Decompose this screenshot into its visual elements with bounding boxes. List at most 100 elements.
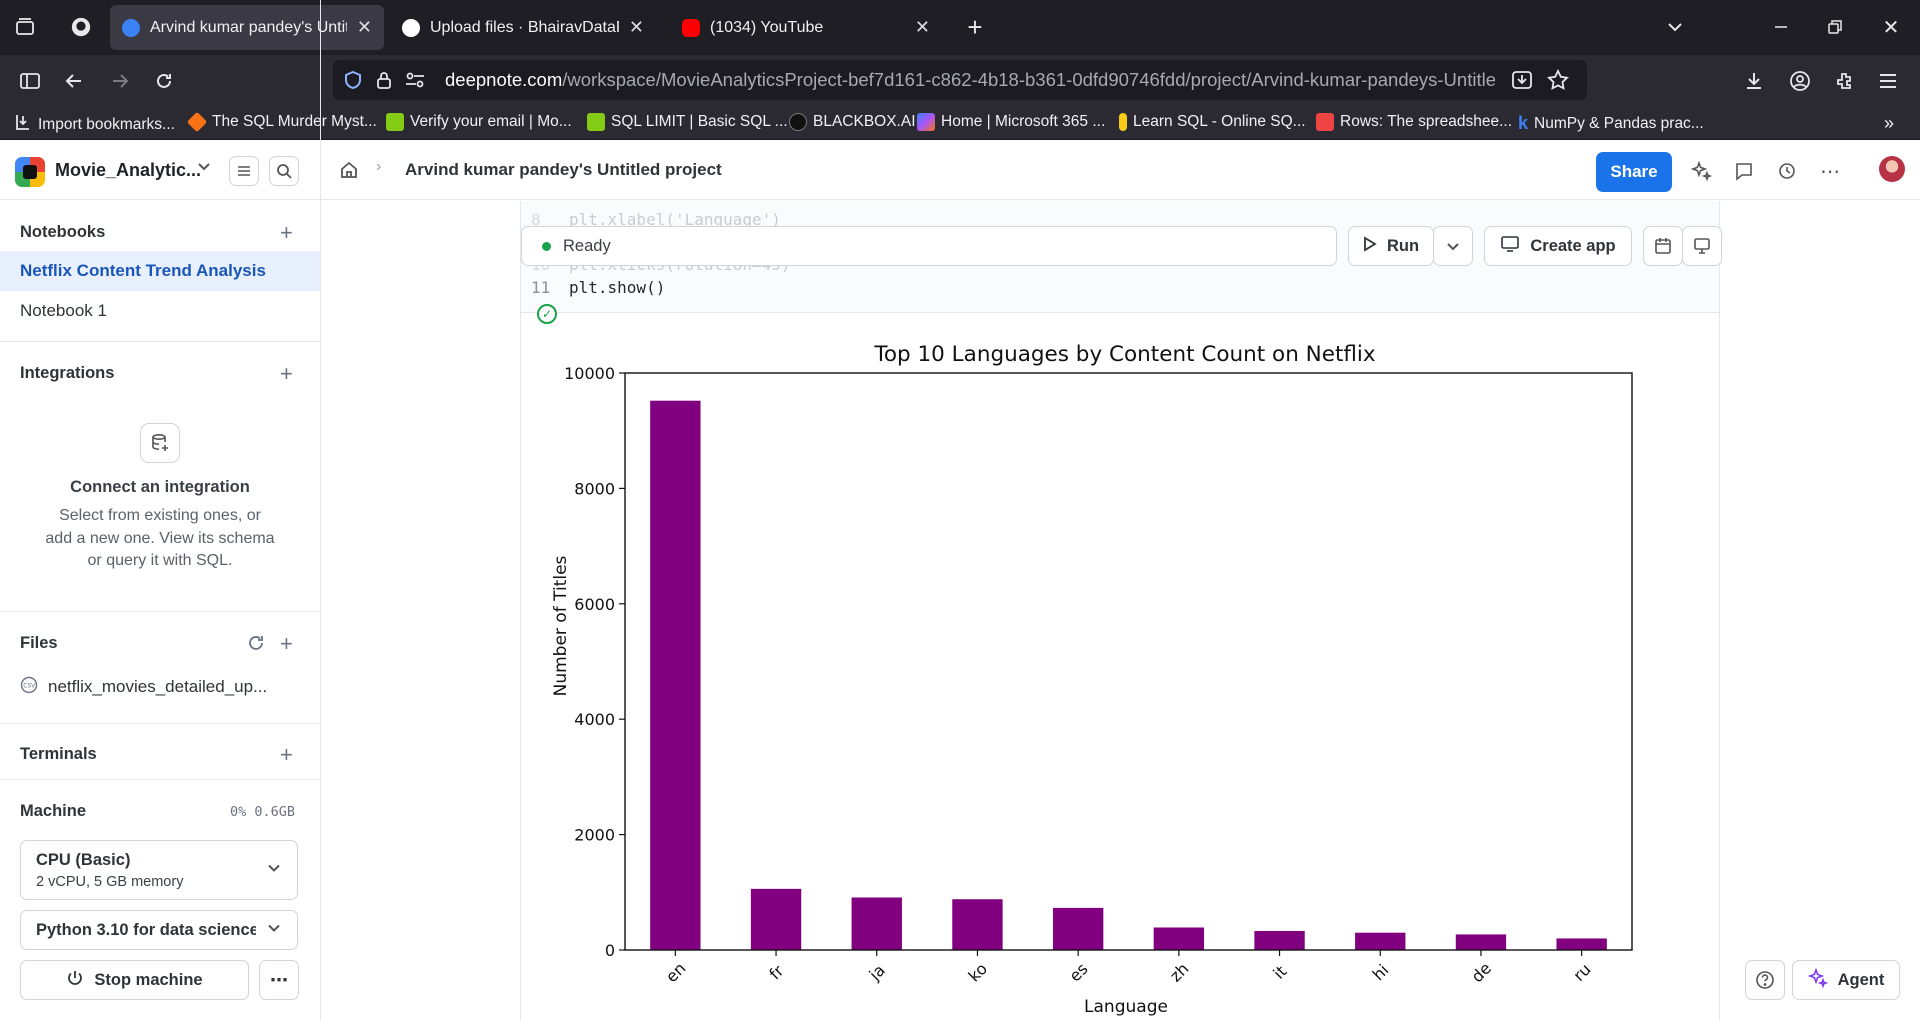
play-icon (1363, 235, 1377, 257)
bookmarks-bar: Import bookmarks... The SQL Murder Myst.… (0, 105, 1920, 140)
bar-ja (851, 897, 902, 950)
schedule-calendar-icon[interactable] (1643, 226, 1683, 266)
x-tick-label: zh (1166, 959, 1193, 986)
sidebar-item-netflix-notebook[interactable]: Netflix Content Trend Analysis (0, 251, 320, 291)
forward-arrow-icon[interactable] (106, 67, 134, 95)
close-tab-icon[interactable]: ✕ (357, 17, 372, 38)
help-icon[interactable] (1745, 960, 1785, 1000)
ai-sparkle-icon[interactable] (1688, 158, 1714, 184)
reload-icon[interactable] (150, 67, 178, 95)
bookmark-item[interactable]: Import bookmarks... (14, 113, 175, 136)
machine-type: CPU (Basic) (36, 851, 131, 869)
files-section-title: Files (20, 634, 58, 652)
chart-title: Top 10 Languages by Content Count on Net… (873, 342, 1376, 367)
machine-type-select[interactable]: CPU (Basic) 2 vCPU, 5 GB memory (20, 840, 298, 900)
workspace-chevron-down-icon[interactable] (196, 158, 212, 179)
bookmark-item[interactable]: Verify your email | Mo... (386, 113, 572, 131)
github-pinned-tab-icon[interactable] (68, 14, 94, 40)
lock-icon[interactable] (375, 70, 393, 95)
sidebar: Notebooks + Netflix Content Trend Analys… (0, 201, 320, 1020)
bookmark-star-icon[interactable] (1547, 68, 1569, 96)
browser-tab-youtube[interactable]: (1034) YouTube ✕ (670, 5, 942, 50)
x-tick-label: fr (765, 961, 787, 983)
bookmark-item[interactable]: k NumPy & Pandas prac... (1518, 113, 1704, 134)
bookmark-item[interactable]: The SQL Murder Myst... (186, 111, 377, 133)
url-path: /workspace/MovieAnalyticsProject-bef7d16… (562, 69, 1495, 90)
bookmark-item[interactable]: Learn SQL - Online SQ... (1119, 113, 1306, 131)
downloads-icon[interactable] (1740, 67, 1768, 95)
more-options-icon[interactable]: ⋯ (1817, 158, 1843, 184)
breadcrumb-project-title[interactable]: Arvind kumar pandey's Untitled project (405, 160, 722, 180)
add-file-plus-icon[interactable]: + (280, 633, 293, 655)
comments-icon[interactable] (1731, 158, 1757, 184)
tracking-shield-icon[interactable] (343, 70, 363, 95)
sql-murder-favicon-icon (186, 111, 208, 133)
bar-en (650, 400, 701, 950)
user-avatar[interactable] (1879, 156, 1905, 182)
add-terminal-plus-icon[interactable]: + (280, 744, 293, 766)
x-tick-label: hi (1369, 960, 1393, 984)
y-tick-label: 0 (605, 941, 615, 960)
bookmark-label: Home | Microsoft 365 ... (941, 113, 1106, 130)
close-tab-icon[interactable]: ✕ (629, 17, 644, 38)
sidebar-toggle-icon[interactable] (16, 67, 44, 95)
agent-button[interactable]: Agent (1792, 960, 1900, 1000)
extensions-icon[interactable] (1830, 67, 1858, 95)
machine-more-options-icon[interactable]: ⋯ (259, 960, 299, 1000)
bookmark-item[interactable]: Rows: The spreadshee... (1316, 113, 1512, 131)
share-button[interactable]: Share (1596, 152, 1672, 192)
url-text[interactable]: deepnote.com/workspace/MovieAnalyticsPro… (445, 69, 1495, 91)
tab-overview-icon[interactable] (12, 14, 38, 40)
bookmark-label: NumPy & Pandas prac... (1534, 114, 1704, 132)
search-icon[interactable] (269, 156, 299, 186)
address-bar[interactable]: deepnote.com/workspace/MovieAnalyticsPro… (333, 60, 1587, 100)
more-bookmarks-icon[interactable]: » (1884, 113, 1894, 134)
run-button[interactable]: Run (1348, 226, 1434, 266)
python-environment-select[interactable]: Python 3.10 for data science (20, 910, 298, 950)
browser-tab-deepnote[interactable]: Arvind kumar pandey's Untitled ✕ (110, 5, 384, 50)
account-icon[interactable] (1786, 67, 1814, 95)
browser-tab-github[interactable]: Upload files · BhairavDataFlow/ ✕ (390, 5, 656, 50)
bookmark-item[interactable]: Home | Microsoft 365 ... (917, 113, 1105, 131)
create-app-button[interactable]: Create app (1484, 226, 1632, 266)
x-tick-label: en (662, 959, 690, 987)
stop-machine-button[interactable]: Stop machine (20, 960, 249, 1000)
home-icon[interactable] (339, 160, 359, 185)
bookmark-item[interactable]: BLACKBOX.AI (789, 113, 916, 131)
presentation-icon[interactable] (1682, 226, 1722, 266)
file-item[interactable]: CSV netflix_movies_detailed_up... (0, 667, 320, 707)
deepnote-favicon-icon (122, 18, 140, 37)
svg-text:CSV: CSV (23, 682, 36, 689)
add-notebook-plus-icon[interactable]: + (280, 222, 293, 244)
add-integration-plus-icon[interactable]: + (280, 363, 293, 385)
new-tab-icon[interactable]: + (962, 12, 988, 42)
minimize-window-icon[interactable] (1768, 14, 1794, 40)
close-window-icon[interactable]: ✕ (1878, 14, 1904, 40)
refresh-files-icon[interactable] (247, 634, 265, 657)
terminals-section-title: Terminals (20, 745, 97, 763)
bookmark-label: Rows: The spreadshee... (1340, 113, 1513, 130)
back-arrow-icon[interactable] (60, 67, 88, 95)
integrations-section-title: Integrations (20, 364, 115, 382)
m-favicon-icon (386, 113, 404, 131)
bookmark-label: Import bookmarks... (38, 115, 175, 133)
restore-window-icon[interactable] (1822, 14, 1848, 40)
app-header: Movie_Analytic... › Arvind kumar pandey'… (0, 140, 1920, 200)
permissions-icon[interactable] (405, 71, 425, 94)
y-tick-label: 8000 (574, 479, 615, 498)
app-menu-icon[interactable] (1874, 67, 1902, 95)
save-to-pocket-icon[interactable] (1511, 69, 1533, 96)
sidebar-divider (320, 0, 321, 1020)
toggle-outline-icon[interactable] (229, 156, 259, 186)
sidebar-item-notebook-1[interactable]: Notebook 1 (0, 291, 320, 331)
bookmark-item[interactable]: SQL LIMIT | Basic SQL ... (587, 113, 788, 131)
workspace-logo-icon[interactable] (15, 157, 45, 187)
close-tab-icon[interactable]: ✕ (915, 17, 930, 38)
section-divider (0, 341, 320, 342)
workspace-name[interactable]: Movie_Analytic... (55, 160, 201, 181)
history-icon[interactable] (1774, 158, 1800, 184)
microsoft365-favicon-icon (917, 113, 935, 131)
browser-tab-bar: Arvind kumar pandey's Untitled ✕ Upload … (0, 0, 1920, 55)
run-options-chevron-down-icon[interactable] (1433, 226, 1473, 266)
tab-list-chevron-icon[interactable] (1662, 14, 1688, 40)
